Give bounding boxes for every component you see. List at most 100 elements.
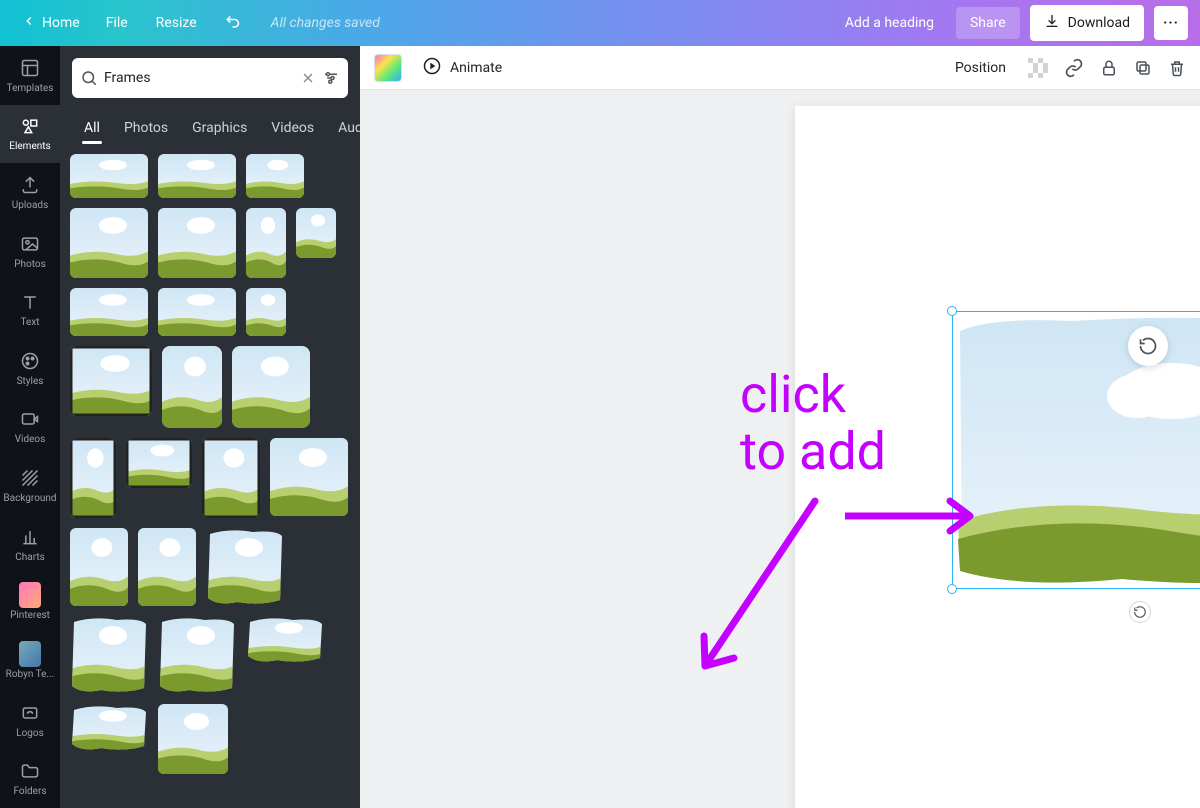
frame-thumbnail[interactable] (246, 616, 324, 664)
top-toolbar: Home File Resize All changes saved Add a… (0, 0, 1200, 46)
rail-charts[interactable]: Charts (0, 515, 60, 574)
elements-panel: AllPhotosGraphicsVideosAudio (60, 46, 360, 808)
logos-icon (19, 702, 41, 724)
trash-icon[interactable] (1168, 59, 1186, 77)
frame-thumbnail[interactable] (270, 438, 348, 516)
share-label: Share (970, 15, 1006, 31)
color-swatch[interactable] (374, 54, 402, 82)
transparency-icon[interactable] (1028, 58, 1048, 78)
videos-icon (19, 408, 41, 430)
text-icon (19, 291, 41, 313)
tab-graphics[interactable]: Graphics (180, 110, 259, 148)
resize-label: Resize (156, 15, 197, 31)
search-input[interactable] (104, 70, 294, 86)
home-button[interactable]: Home (12, 8, 90, 38)
rail-videos[interactable]: Videos (0, 398, 60, 457)
frame-thumbnail[interactable] (158, 208, 236, 278)
rail-elements[interactable]: Elements (0, 105, 60, 164)
rail-label: Styles (17, 376, 44, 387)
elements-icon (19, 115, 41, 137)
download-icon (1044, 13, 1060, 33)
frame-thumbnail[interactable] (232, 346, 310, 428)
rail-folders[interactable]: Folders (0, 749, 60, 808)
position-label: Position (955, 60, 1006, 76)
tab-photos[interactable]: Photos (112, 110, 180, 148)
rail-text[interactable]: Text (0, 280, 60, 339)
resize-handle-tl[interactable] (947, 306, 957, 316)
rail-label: Robyn Te... (6, 669, 55, 680)
resize-menu[interactable]: Resize (144, 9, 209, 37)
frame-thumbnail[interactable] (70, 616, 148, 694)
lock-icon[interactable] (1100, 59, 1118, 77)
results-grid[interactable] (60, 148, 360, 808)
frame-thumbnail[interactable] (70, 346, 152, 416)
frame-thumbnail[interactable] (70, 208, 148, 278)
download-button[interactable]: Download (1030, 5, 1144, 41)
clear-icon[interactable] (300, 70, 316, 86)
share-button[interactable]: Share (956, 7, 1020, 39)
frame-thumbnail[interactable] (158, 288, 236, 336)
file-label: File (106, 15, 128, 31)
add-page-button[interactable] (1128, 326, 1168, 366)
frame-thumbnail[interactable] (158, 704, 228, 774)
rail-styles[interactable]: Styles (0, 339, 60, 398)
rail-uploads[interactable]: Uploads (0, 163, 60, 222)
rail-robyn-te-[interactable]: Robyn Te... (0, 632, 60, 691)
rail-photos[interactable]: Photos (0, 222, 60, 281)
templates-icon (19, 57, 41, 79)
file-menu[interactable]: File (94, 9, 140, 37)
context-toolbar: Animate Position (360, 46, 1200, 90)
background-icon (19, 467, 41, 489)
frame-thumbnail[interactable] (246, 208, 286, 278)
rail-label: Uploads (12, 200, 48, 211)
frame-thumbnail[interactable] (246, 288, 286, 336)
frame-thumbnail[interactable] (70, 288, 148, 336)
rail-pinterest[interactable]: Pinterest (0, 573, 60, 632)
frame-thumbnail[interactable] (158, 154, 236, 198)
resize-handle-bl[interactable] (947, 584, 957, 594)
frame-thumbnail[interactable] (70, 704, 148, 752)
rail-label: Text (20, 317, 39, 328)
more-button[interactable]: ··· (1154, 6, 1188, 40)
frame-thumbnail[interactable] (246, 154, 304, 198)
frame-thumbnail[interactable] (70, 528, 128, 606)
add-heading-label: Add a heading (845, 15, 934, 31)
frame-thumbnail[interactable] (126, 438, 192, 488)
rail-label: Elements (9, 141, 50, 152)
add-heading-button[interactable]: Add a heading (833, 9, 946, 37)
rail-label: Templates (7, 83, 54, 94)
frame-thumbnail[interactable] (296, 208, 336, 258)
frame-thumbnail[interactable] (138, 528, 196, 606)
folders-icon (19, 760, 41, 782)
rotate-handle[interactable] (1129, 601, 1151, 623)
frame-thumbnail[interactable] (206, 528, 284, 606)
photos-icon (19, 233, 41, 255)
frame-thumbnail[interactable] (162, 346, 222, 428)
search-box (72, 58, 348, 98)
rail-label: Videos (15, 434, 46, 445)
tab-all[interactable]: All (72, 110, 112, 148)
rail-label: Photos (14, 259, 46, 270)
link-icon[interactable] (1064, 58, 1084, 78)
side-rail: Templates Elements Uploads Photos Text Styles… (0, 46, 60, 808)
filter-icon[interactable] (322, 69, 340, 87)
animate-icon (422, 56, 442, 80)
frame-thumbnail[interactable] (202, 438, 260, 518)
rail-background[interactable]: Background (0, 456, 60, 515)
frame-thumbnail[interactable] (70, 154, 148, 198)
rail-label: Background (3, 493, 56, 504)
home-label: Home (42, 15, 80, 31)
frame-thumbnail[interactable] (70, 438, 116, 518)
charts-icon (19, 526, 41, 548)
rail-templates[interactable]: Templates (0, 46, 60, 105)
undo-button[interactable] (213, 6, 255, 40)
frame-thumbnail[interactable] (158, 616, 236, 694)
position-button[interactable]: Position (949, 56, 1012, 80)
tab-videos[interactable]: Videos (259, 110, 326, 148)
animate-button[interactable]: Animate (416, 52, 508, 84)
duplicate-icon[interactable] (1134, 59, 1152, 77)
filter-tabs: AllPhotosGraphicsVideosAudio (60, 110, 360, 148)
rail-logos[interactable]: Logos (0, 691, 60, 750)
pinterest-icon (19, 584, 41, 606)
search-icon (80, 69, 98, 87)
